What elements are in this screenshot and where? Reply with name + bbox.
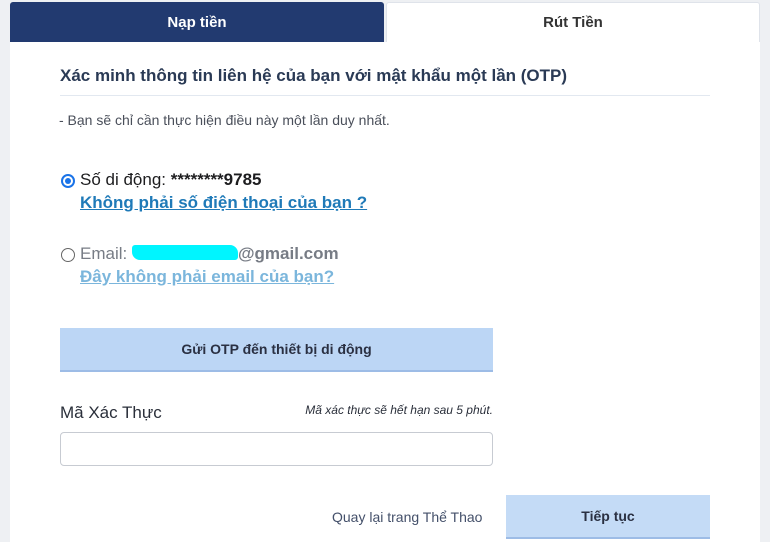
phone-option[interactable]: Số di động: ********9785 (80, 170, 262, 190)
tab-withdraw[interactable]: Rút Tiền (386, 2, 760, 42)
phone-label: Số di động: (80, 170, 171, 189)
tab-bar: Nạp tiền Rút Tiền (10, 2, 760, 42)
otp-verification-panel: Xác minh thông tin liên hệ của bạn với m… (10, 42, 760, 542)
email-radio[interactable] (61, 248, 75, 262)
divider (60, 95, 710, 96)
redacted-email-mark (131, 245, 238, 260)
send-otp-button[interactable]: Gửi OTP đến thiết bị di động (60, 328, 493, 372)
email-label: Email: (80, 244, 132, 263)
email-domain: @gmail.com (237, 244, 339, 263)
code-expiry-note: Mã xác thực sẽ hết hạn sau 5 phút. (305, 403, 493, 417)
back-to-sports-link[interactable]: Quay lại trang Thể Thao (332, 509, 482, 525)
phone-radio[interactable] (61, 174, 75, 188)
phone-number: ********9785 (170, 170, 262, 189)
email-option[interactable]: Email: @gmail.com (80, 244, 339, 264)
tab-deposit[interactable]: Nạp tiền (10, 2, 384, 42)
not-your-email-link[interactable]: Đây không phải email của bạn? (80, 267, 334, 287)
one-time-note: - Bạn sẽ chỉ cần thực hiện điều này một … (59, 112, 390, 128)
page-title: Xác minh thông tin liên hệ của bạn với m… (60, 66, 568, 85)
verification-code-input[interactable] (60, 432, 493, 466)
verification-code-label: Mã Xác Thực (60, 403, 162, 422)
continue-button[interactable]: Tiếp tục (506, 495, 710, 539)
not-your-phone-link[interactable]: Không phải số điện thoại của bạn ? (80, 193, 367, 213)
